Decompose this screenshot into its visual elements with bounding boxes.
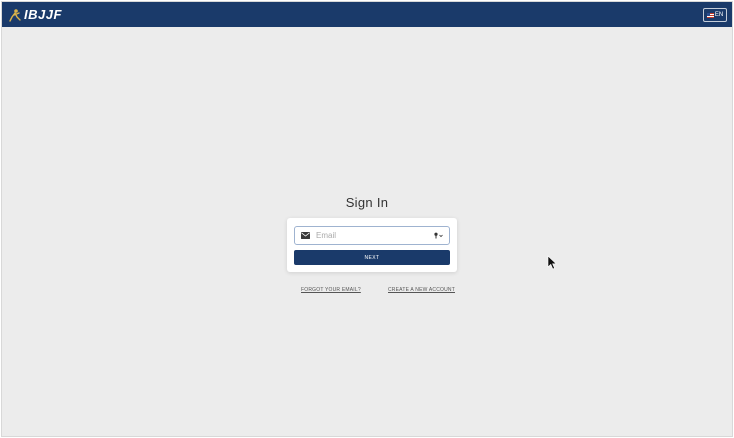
- email-input[interactable]: [316, 228, 426, 243]
- email-field[interactable]: [294, 226, 450, 245]
- brand-logo[interactable]: IBJJF: [8, 6, 62, 23]
- language-selector-button[interactable]: EN: [703, 8, 727, 22]
- signin-card: NEXT: [287, 218, 457, 272]
- app-window: IBJJF EN Sign In NEXT FORGOT YOUR EMAIL?…: [1, 1, 733, 437]
- key-icon[interactable]: [434, 232, 443, 239]
- create-account-link[interactable]: CREATE A NEW ACCOUNT: [388, 287, 455, 293]
- mouse-pointer-icon: [547, 255, 557, 270]
- us-flag-icon: [706, 12, 714, 18]
- language-label: EN: [714, 12, 724, 18]
- envelope-icon: [301, 232, 310, 239]
- page-title: Sign In: [345, 195, 389, 210]
- next-button[interactable]: NEXT: [294, 250, 450, 265]
- forgot-email-link[interactable]: FORGOT YOUR EMAIL?: [301, 287, 361, 293]
- account-links: FORGOT YOUR EMAIL? CREATE A NEW ACCOUNT: [2, 287, 732, 295]
- fighter-logo-icon: [9, 8, 21, 22]
- brand-name: IBJJF: [24, 7, 62, 22]
- top-navigation-bar: IBJJF EN: [2, 2, 732, 27]
